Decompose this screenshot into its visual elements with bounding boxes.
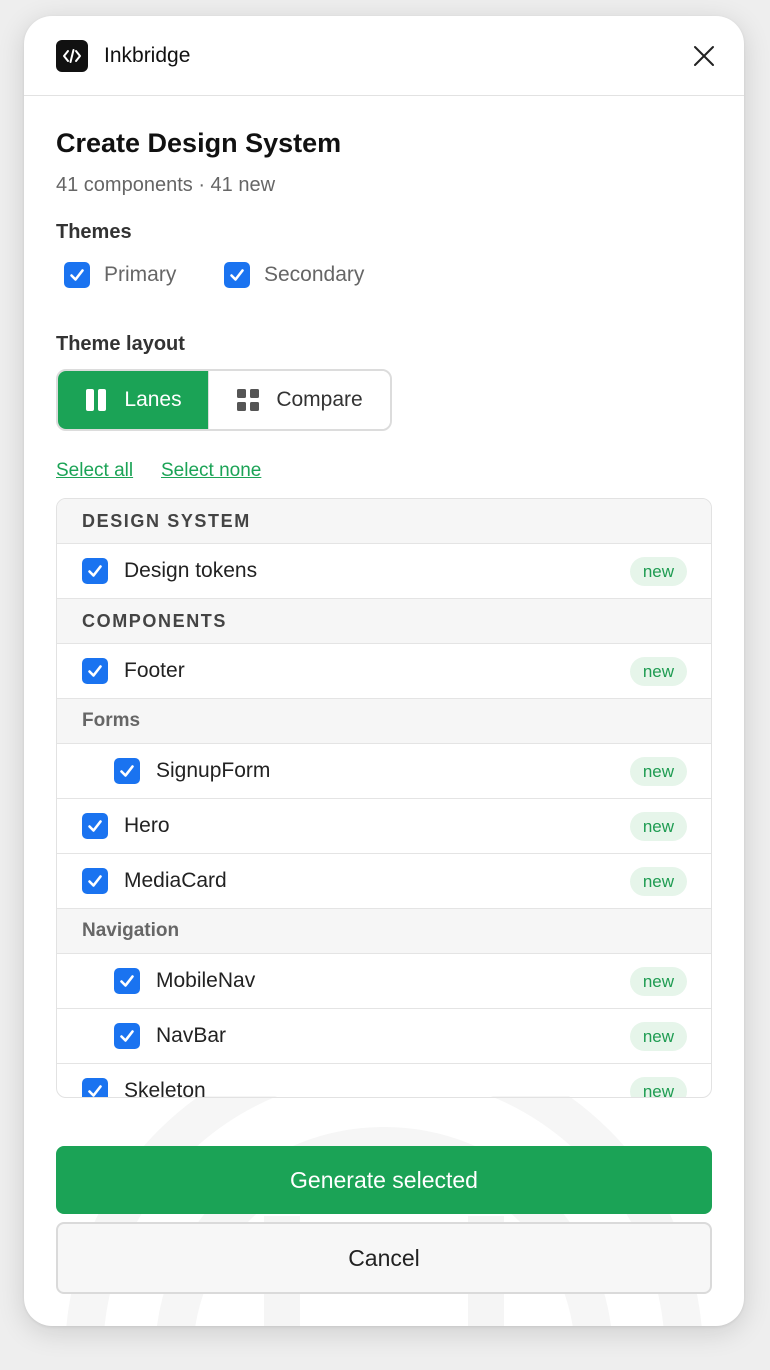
new-badge: new [629,1022,687,1051]
new-badge: new [629,757,687,786]
theme-layout-toggle: Lanes Compare [56,369,392,431]
component-row[interactable]: NavBar new [57,1009,711,1064]
themes-label: Themes [56,221,132,243]
checkbox-checked-icon [224,262,250,288]
component-row[interactable]: Footer new [57,644,711,699]
select-all-link[interactable]: Select all [56,460,133,482]
checkbox-checked-icon[interactable] [82,813,108,839]
component-list[interactable]: DESIGN SYSTEM Design tokens new COMPONENTS F… [56,498,712,1098]
new-badge: new [629,967,687,996]
checkbox-checked-icon [64,262,90,288]
new-badge: new [629,557,687,586]
component-row[interactable]: SignupForm new [57,744,711,799]
new-badge: new [629,657,687,686]
checkbox-checked-icon[interactable] [82,558,108,584]
dialog-title: Create Design System [56,128,342,158]
close-icon [694,46,714,66]
component-name: Footer [124,659,185,682]
component-row[interactable]: Skeleton new [57,1064,711,1098]
component-name: NavBar [156,1024,227,1047]
component-name: MediaCard [124,869,227,892]
component-name: Hero [124,814,170,837]
theme-secondary-checkbox[interactable]: Secondary [224,262,364,288]
layout-lanes-label: Lanes [124,388,182,411]
component-row[interactable]: MobileNav new [57,954,711,1009]
new-badge: new [629,1077,687,1097]
group-header: Navigation [57,909,711,954]
component-row[interactable]: Hero new [57,799,711,854]
checkbox-checked-icon[interactable] [114,968,140,994]
grid-icon [237,389,260,411]
code-brackets-icon [56,39,88,72]
columns-icon [86,389,107,411]
category-header: COMPONENTS [57,599,711,644]
component-name: Design tokens [124,559,258,582]
group-label: Forms [82,710,141,731]
checkbox-checked-icon[interactable] [82,658,108,684]
layout-lanes-button[interactable]: Lanes [58,371,208,429]
theme-layout-label: Theme layout [56,333,185,355]
category-label: DESIGN SYSTEM [82,510,251,531]
checkbox-checked-icon[interactable] [114,1023,140,1049]
component-row[interactable]: MediaCard new [57,854,711,909]
app-name: Inkbridge [104,43,191,67]
cancel-button[interactable]: Cancel [56,1222,712,1294]
theme-secondary-label: Secondary [264,263,365,286]
generate-selected-button[interactable]: Generate selected [56,1146,712,1214]
new-badge: new [629,867,687,896]
close-button[interactable] [690,42,718,70]
group-header: Forms [57,699,711,744]
component-summary: 41 components · 41 new [56,174,276,196]
category-label: COMPONENTS [82,610,228,631]
group-label: Navigation [82,920,180,941]
component-name: Skeleton [124,1079,206,1098]
layout-compare-label: Compare [276,388,363,411]
create-design-system-dialog: Inkbridge Create Design System 41 compon… [24,16,744,1326]
theme-primary-checkbox[interactable]: Primary [64,262,176,288]
checkbox-checked-icon[interactable] [82,868,108,894]
title-bar: Inkbridge [24,16,744,96]
checkbox-checked-icon[interactable] [114,758,140,784]
component-name: MobileNav [156,969,256,992]
category-header: DESIGN SYSTEM [57,499,711,544]
select-none-link[interactable]: Select none [161,460,261,482]
theme-primary-label: Primary [104,263,177,286]
new-badge: new [629,812,687,841]
component-row[interactable]: Design tokens new [57,544,711,599]
component-name: SignupForm [156,759,271,782]
layout-compare-button[interactable]: Compare [208,371,390,429]
checkbox-checked-icon[interactable] [82,1078,108,1097]
